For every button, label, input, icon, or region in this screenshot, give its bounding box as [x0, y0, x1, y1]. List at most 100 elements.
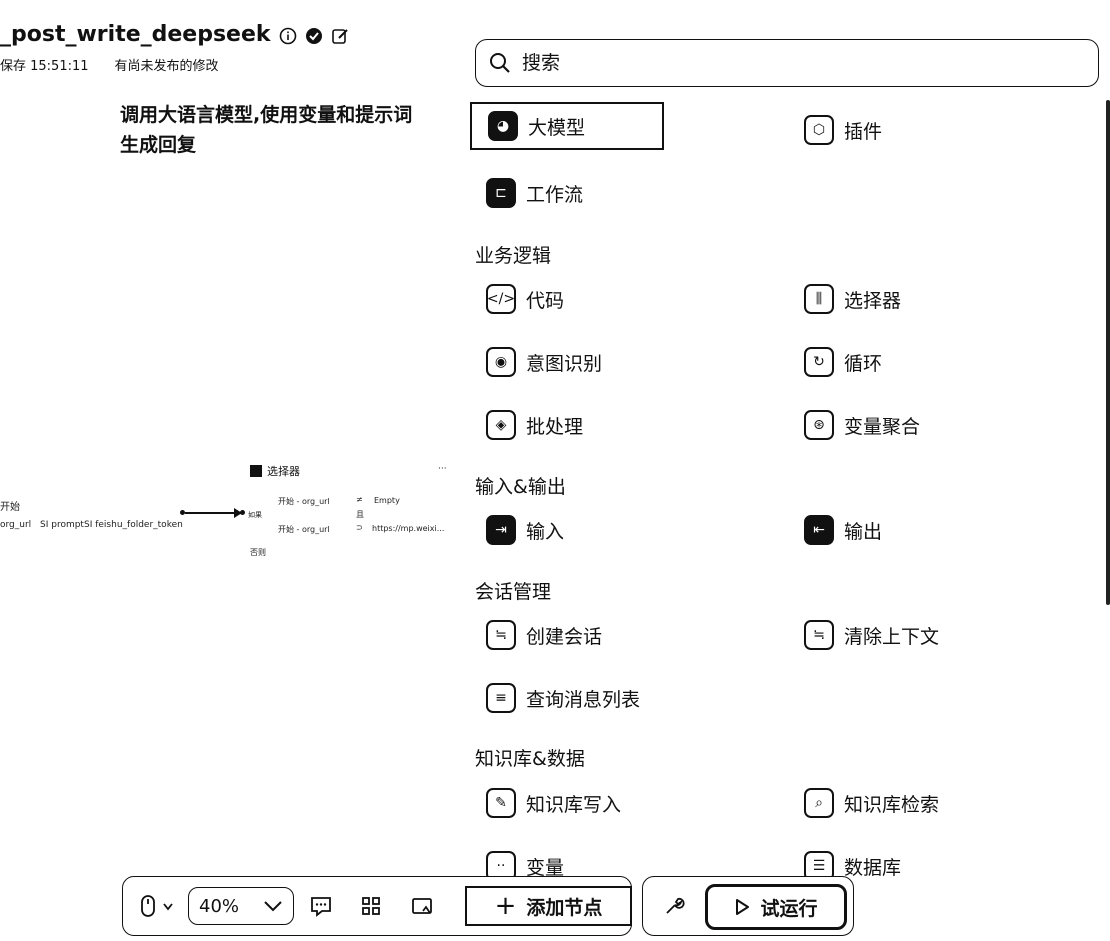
- selector-input-port[interactable]: [240, 510, 245, 515]
- kb-search-icon: ⌕: [804, 788, 834, 818]
- wrench-icon: [666, 897, 685, 914]
- start-var-org-url: org_url: [0, 520, 32, 530]
- selector-and: 且: [356, 510, 364, 519]
- section-title-knowledge: 知识库&数据: [475, 748, 585, 770]
- comment-icon: [311, 897, 331, 917]
- node-item-label: 输入: [526, 520, 565, 543]
- selector-value-1: Empty: [374, 496, 400, 505]
- node-item-label: 工作流: [526, 183, 584, 206]
- output-icon: ⇤: [804, 515, 834, 545]
- node-item-selector[interactable]: ⫼ 选择器: [788, 275, 1088, 323]
- batch-icon: ◈: [486, 410, 516, 440]
- node-item-variable-merge[interactable]: ⊛ 变量聚合: [788, 401, 1088, 449]
- node-item-label: 插件: [844, 120, 883, 143]
- selector-port-label: 如果: [248, 511, 262, 519]
- node-item-plugin[interactable]: ⬡ 插件: [788, 106, 1088, 154]
- tooltip-line-1: 调用大语言模型,使用变量和提示词: [120, 104, 413, 126]
- node-item-llm[interactable]: ◕ 大模型: [470, 102, 664, 150]
- node-item-label: 批处理: [526, 415, 584, 438]
- selector-icon: ⫼: [804, 284, 834, 314]
- node-item-kb-search[interactable]: ⌕ 知识库检索: [788, 779, 1088, 827]
- panel-scrollbar[interactable]: [1106, 100, 1110, 605]
- node-item-label: 知识库检索: [844, 793, 940, 816]
- selector-condition-1: 开始 - org_url: [278, 497, 330, 506]
- workflow-title: _post_write_deepseek: [0, 22, 349, 47]
- start-var-feishu-token: SI feishu_folder_token: [84, 520, 183, 530]
- test-run-label: 试运行: [760, 897, 818, 920]
- minimap-button[interactable]: [409, 892, 435, 920]
- comment-button[interactable]: [308, 892, 334, 920]
- node-search-box[interactable]: [475, 39, 1099, 87]
- unpublished-notice: 有尚未发布的修改: [114, 59, 219, 74]
- node-item-kb-write[interactable]: ✎ 知识库写入: [470, 779, 770, 827]
- node-item-label: 清除上下文: [844, 625, 940, 648]
- node-item-code[interactable]: </> 代码: [470, 275, 770, 323]
- info-icon[interactable]: [279, 26, 297, 44]
- add-node-label: 添加节点: [526, 896, 603, 919]
- debug-settings-button[interactable]: [660, 892, 688, 920]
- kb-write-icon: ✎: [486, 788, 516, 818]
- search-icon: [490, 53, 510, 73]
- node-item-label: 循环: [844, 352, 883, 375]
- section-title-io: 输入&输出: [475, 476, 566, 498]
- section-title-session: 会话管理: [475, 581, 552, 603]
- node-item-clear-context[interactable]: ≒ 清除上下文: [788, 611, 1088, 659]
- node-item-output[interactable]: ⇤ 输出: [788, 506, 1088, 554]
- node-item-loop[interactable]: ↻ 循环: [788, 338, 1088, 386]
- node-item-message-list[interactable]: ≡ 查询消息列表: [470, 674, 770, 722]
- selector-node-title[interactable]: 选择器: [250, 463, 300, 479]
- node-item-label: 创建会话: [526, 625, 603, 648]
- create-session-icon: ≒: [486, 620, 516, 650]
- selector-op-1: ≠: [356, 495, 363, 504]
- play-icon: [736, 899, 750, 915]
- plugin-icon: ⬡: [804, 115, 834, 145]
- node-item-label: 知识库写入: [526, 793, 622, 816]
- node-item-label: 查询消息列表: [526, 688, 641, 711]
- node-description-tooltip: 调用大语言模型,使用变量和提示词 生成回复: [120, 100, 450, 161]
- search-input[interactable]: [522, 52, 1062, 74]
- selector-condition-2: 开始 - org_url: [278, 525, 330, 534]
- test-run-button[interactable]: 试运行: [705, 884, 847, 930]
- section-title-business-logic: 业务逻辑: [475, 245, 552, 267]
- node-item-workflow[interactable]: ⊏ 工作流: [470, 169, 770, 217]
- selector-value-2: https://mp.weixi...: [372, 524, 445, 533]
- interaction-mode-button[interactable]: [134, 892, 182, 922]
- node-item-create-session[interactable]: ≒ 创建会话: [470, 611, 770, 659]
- zoom-value: 40%: [199, 895, 240, 917]
- node-item-label: 变量聚合: [844, 415, 921, 438]
- variable-merge-icon: ⊛: [804, 410, 834, 440]
- node-item-input[interactable]: ⇥ 输入: [470, 506, 770, 554]
- selector-more-icon[interactable]: ···: [438, 464, 447, 474]
- plus-icon: +: [494, 891, 517, 921]
- node-item-intent[interactable]: ◉ 意图识别: [470, 338, 770, 386]
- save-time: 保存 15:51:11: [0, 59, 89, 74]
- node-item-label: 数据库: [844, 856, 902, 879]
- input-icon: ⇥: [486, 515, 516, 545]
- connection-arrow: [185, 508, 242, 518]
- node-item-label: 代码: [526, 289, 565, 312]
- layout-button[interactable]: [358, 892, 384, 920]
- start-var-prompt: SI prompt: [40, 520, 84, 530]
- llm-icon: ◕: [488, 111, 518, 141]
- selector-else-branch: 否则: [250, 548, 266, 557]
- minimap-icon: [412, 898, 432, 914]
- tooltip-line-2: 生成回复: [120, 134, 197, 157]
- selector-node-name: 选择器: [267, 465, 300, 478]
- node-item-label: 大模型: [528, 116, 586, 139]
- edit-icon[interactable]: [331, 26, 349, 44]
- loop-icon: ↻: [804, 347, 834, 377]
- chevron-down-icon: [264, 901, 282, 912]
- workflow-name: _post_write_deepseek: [0, 22, 271, 47]
- selector-op-2: ⊃: [356, 523, 363, 532]
- selector-node-icon: [250, 465, 262, 477]
- node-item-label: 输出: [844, 520, 883, 543]
- zoom-select[interactable]: 40%: [188, 887, 294, 925]
- node-item-label: 选择器: [844, 289, 902, 312]
- published-check-icon: [305, 26, 323, 44]
- node-item-batch[interactable]: ◈ 批处理: [470, 401, 770, 449]
- mouse-icon: [141, 895, 173, 917]
- clear-context-icon: ≒: [804, 620, 834, 650]
- workflow-icon: ⊏: [486, 178, 516, 208]
- start-node-label[interactable]: 开始: [0, 498, 20, 513]
- add-node-button[interactable]: + 添加节点: [465, 886, 632, 926]
